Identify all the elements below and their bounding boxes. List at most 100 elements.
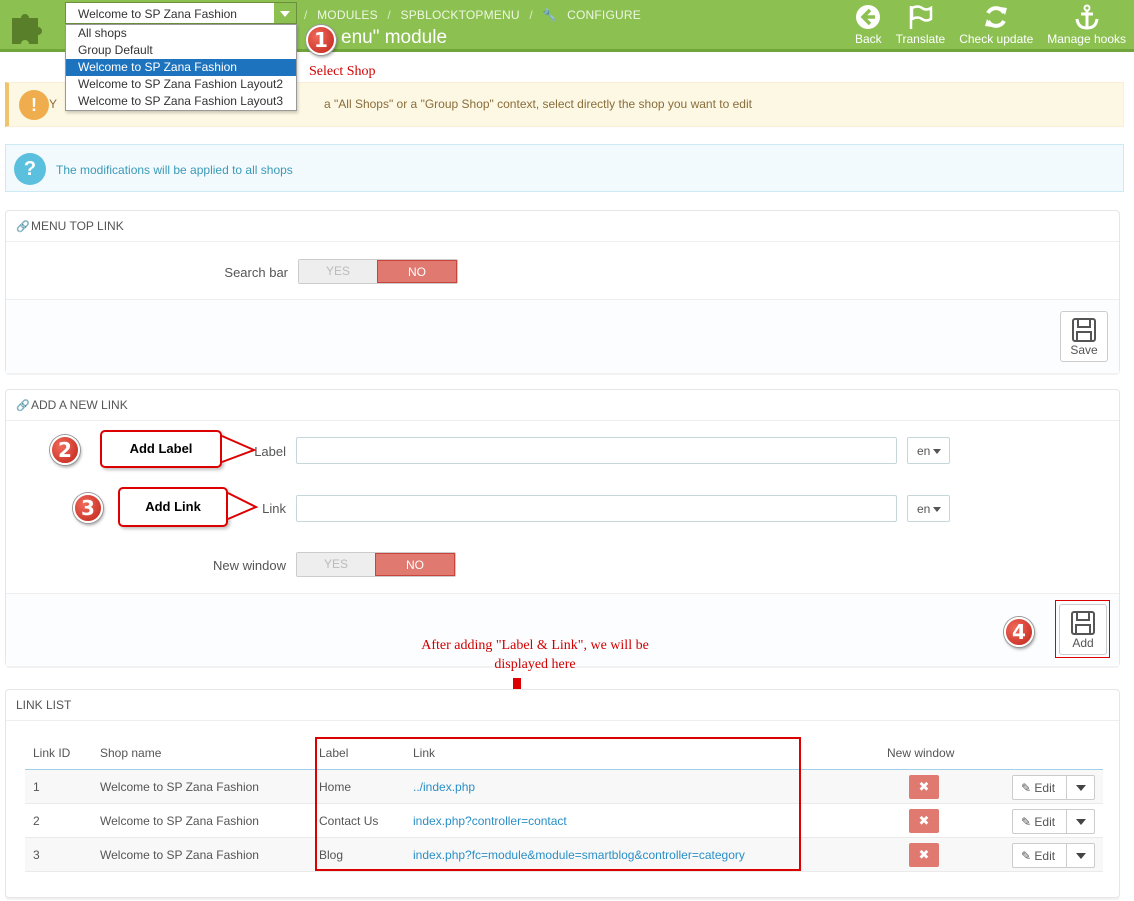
add-button[interactable]: Add	[1059, 604, 1107, 655]
breadcrumb-separator: /	[387, 8, 391, 22]
refresh-icon	[985, 6, 1008, 28]
chevron-down-icon[interactable]	[1067, 844, 1094, 867]
panel-title: MENU TOP LINK	[31, 219, 124, 233]
breadcrumb-configure[interactable]: CONFIGURE	[567, 8, 641, 22]
edit-label: Edit	[1034, 849, 1056, 863]
breadcrumb-module-name[interactable]: SPBLOCKTOPMENU	[400, 8, 519, 22]
shop-option[interactable]: Welcome to SP Zana Fashion Layout3	[66, 93, 296, 110]
delete-icon[interactable]: ✖	[909, 843, 939, 867]
menu-top-link-panel: 🔗MENU TOP LINK Search bar YES NO Save	[5, 210, 1120, 373]
manage-hooks-label: Manage hooks	[1047, 32, 1126, 46]
panel-footer: Add	[6, 593, 1119, 666]
info-text: The modifications will be applied to all…	[56, 163, 293, 177]
cell-id: 3	[33, 848, 40, 862]
panel-footer: Save	[6, 299, 1119, 373]
add-label-callout: Add Label	[100, 430, 222, 468]
manage-hooks-button[interactable]: Manage hooks	[1047, 4, 1126, 46]
column-header: Shop name	[100, 746, 162, 760]
switch-yes[interactable]: YES	[297, 553, 375, 576]
list-note-line1: After adding "Label & Link", we will be	[421, 638, 649, 653]
save-button[interactable]: Save	[1060, 311, 1108, 362]
panel-heading: 🔗ADD A NEW LINK	[6, 390, 1119, 421]
callout-pointer	[227, 492, 259, 520]
cell-id: 2	[33, 814, 40, 828]
page-title: enu" module	[341, 27, 448, 48]
chevron-down-icon[interactable]	[1067, 810, 1094, 833]
edit-button-group: ✎ Edit	[1012, 843, 1095, 868]
search-bar-label: Search bar	[224, 265, 288, 280]
cell-shop: Welcome to SP Zana Fashion	[100, 780, 259, 794]
shop-option[interactable]: Group Default	[66, 42, 296, 59]
question-icon: ?	[14, 153, 46, 185]
column-header: Link ID	[33, 746, 71, 760]
warning-text: a "All Shops" or a "Group Shop" context,…	[324, 97, 752, 111]
puzzle-icon	[12, 14, 42, 44]
new-window-label: New window	[213, 558, 286, 573]
label-link-highlight	[315, 737, 801, 871]
panel-heading: 🔗MENU TOP LINK	[6, 211, 1119, 242]
panel-title: LINK LIST	[16, 698, 72, 712]
cell-shop: Welcome to SP Zana Fashion	[100, 848, 259, 862]
step-2-badge: 2	[50, 435, 80, 465]
info-alert: ? The modifications will be applied to a…	[5, 144, 1124, 192]
check-update-button[interactable]: Check update	[959, 4, 1033, 46]
back-arrow-icon	[856, 5, 881, 29]
search-bar-switch[interactable]: YES NO	[298, 259, 458, 284]
shop-select[interactable]: Welcome to SP Zana Fashion	[65, 2, 297, 24]
add-link-callout: Add Link	[118, 487, 228, 527]
pencil-icon: ✎	[1021, 781, 1032, 795]
new-window-switch[interactable]: YES NO	[296, 552, 456, 577]
delete-icon[interactable]: ✖	[909, 775, 939, 799]
breadcrumb-separator: /	[529, 8, 533, 22]
step-4-badge: 4	[1004, 617, 1034, 647]
link-lang-dropdown[interactable]: en	[907, 495, 950, 522]
shop-select-value: Welcome to SP Zana Fashion	[78, 7, 237, 21]
flag-icon	[910, 5, 933, 29]
back-button[interactable]: Back	[855, 4, 882, 46]
shop-option-selected[interactable]: Welcome to SP Zana Fashion	[66, 59, 296, 76]
switch-no[interactable]: NO	[375, 553, 455, 576]
breadcrumb: / MODULES / SPBLOCKTOPMENU / 🔧 CONFIGURE	[304, 8, 647, 22]
link-icon: 🔗	[16, 221, 30, 233]
chevron-down-icon[interactable]	[274, 3, 296, 23]
check-update-label: Check update	[959, 32, 1034, 46]
edit-button[interactable]: ✎ Edit	[1013, 810, 1067, 833]
edit-button[interactable]: ✎ Edit	[1013, 844, 1067, 867]
shop-option[interactable]: Welcome to SP Zana Fashion Layout2	[66, 76, 296, 93]
translate-label: Translate	[895, 32, 946, 46]
warning-icon: !	[19, 90, 49, 120]
breadcrumb-modules[interactable]: MODULES	[317, 8, 378, 22]
label-lang-dropdown[interactable]: en	[907, 437, 950, 464]
pencil-icon: ✎	[1021, 849, 1032, 863]
edit-button[interactable]: ✎ Edit	[1013, 776, 1067, 799]
edit-label: Edit	[1034, 815, 1056, 829]
link-input[interactable]	[296, 495, 897, 522]
translate-button[interactable]: Translate	[895, 4, 946, 46]
step-3-badge: 3	[73, 493, 103, 523]
link-icon: 🔗	[16, 400, 30, 412]
cell-shop: Welcome to SP Zana Fashion	[100, 814, 259, 828]
save-label: Save	[1070, 343, 1098, 357]
shop-option[interactable]: All shops	[66, 25, 296, 42]
edit-button-group: ✎ Edit	[1012, 775, 1095, 800]
cell-id: 1	[33, 780, 40, 794]
label-input[interactable]	[296, 437, 897, 464]
list-note-line2: displayed here	[494, 657, 576, 672]
switch-yes[interactable]: YES	[299, 260, 377, 283]
callout-pointer	[221, 435, 257, 463]
column-header: New window	[887, 746, 955, 760]
wrench-icon: 🔧	[542, 8, 558, 22]
select-shop-note: Select Shop	[309, 64, 376, 79]
warning-text-start: Y	[49, 97, 58, 111]
toolbar: Back Translate Check update Manage hooks	[841, 4, 1126, 46]
shop-dropdown: All shops Group Default Welcome to SP Za…	[65, 24, 297, 111]
floppy-disk-icon	[1072, 318, 1096, 342]
delete-icon[interactable]: ✖	[909, 809, 939, 833]
chevron-down-icon[interactable]	[1067, 776, 1094, 799]
panel-title: ADD A NEW LINK	[31, 398, 128, 412]
edit-label: Edit	[1034, 781, 1056, 795]
edit-button-group: ✎ Edit	[1012, 809, 1095, 834]
pencil-icon: ✎	[1021, 815, 1032, 829]
add-label: Add	[1072, 636, 1094, 650]
switch-no[interactable]: NO	[377, 260, 457, 283]
